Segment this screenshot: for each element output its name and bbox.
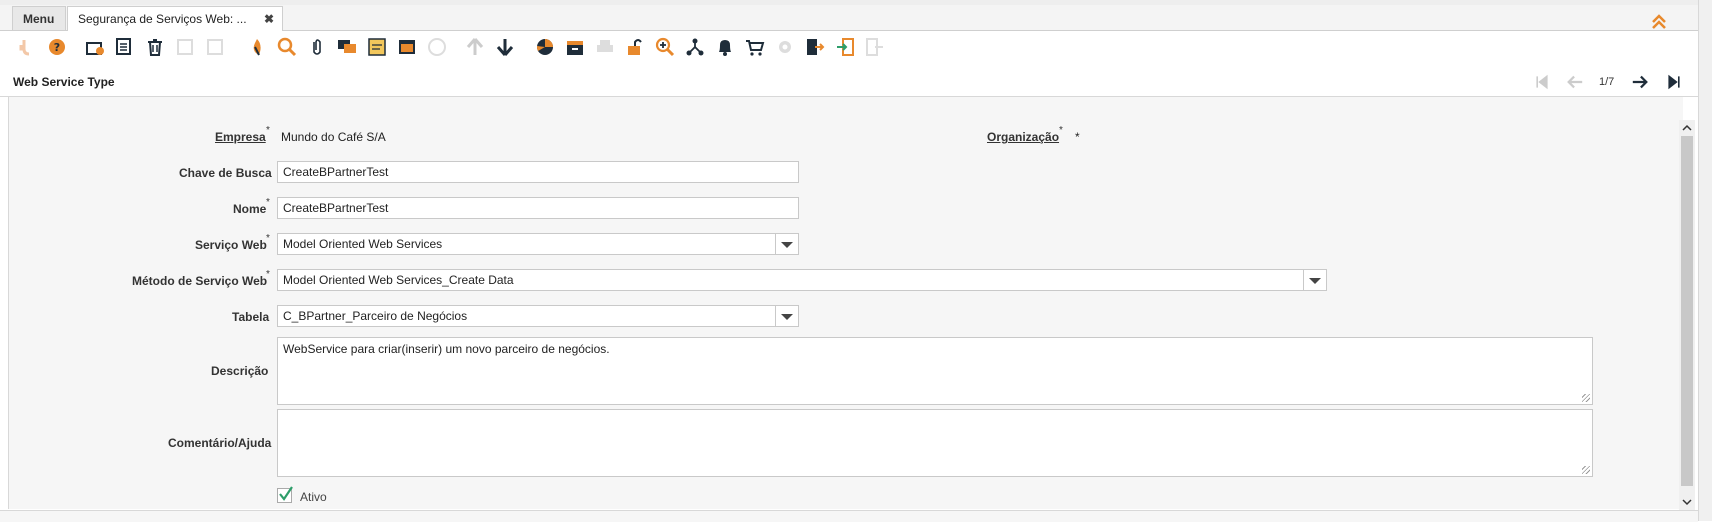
attachment-icon[interactable] (306, 36, 328, 58)
save-icon[interactable] (204, 36, 226, 58)
empresa-required-mark: * (266, 125, 270, 136)
export-icon[interactable] (804, 36, 826, 58)
refresh-icon[interactable] (246, 36, 268, 58)
next-record-icon[interactable] (494, 36, 516, 58)
settings-icon[interactable] (774, 36, 796, 58)
descricao-value: WebService para criar(inserir) um novo p… (283, 342, 610, 356)
scroll-up-icon[interactable] (1679, 122, 1695, 134)
chave-de-busca-label: Chave de Busca (179, 166, 272, 180)
resize-grip-icon[interactable] (1582, 466, 1590, 474)
chave-de-busca-input[interactable] (277, 161, 799, 183)
organizacao-value: * (1075, 130, 1080, 144)
notification-icon[interactable] (714, 36, 736, 58)
metodo-label: Método de Serviço Web (132, 274, 268, 288)
empresa-label[interactable]: Empresa (215, 130, 266, 144)
chat-icon[interactable] (336, 36, 358, 58)
find-icon[interactable] (276, 36, 298, 58)
import-icon[interactable] (834, 36, 856, 58)
scroll-down-icon[interactable] (1679, 496, 1695, 508)
metodo-value: Model Oriented Web Services_Create Data (283, 273, 514, 287)
comentario-textarea[interactable] (277, 409, 1593, 477)
checkmark-icon (279, 486, 293, 501)
descricao-label: Descrição (211, 364, 269, 378)
history-icon[interactable] (396, 36, 418, 58)
postit-icon[interactable] (366, 36, 388, 58)
ativo-checkbox[interactable] (277, 486, 293, 503)
window-nav-bar: Web Service Type 1/7 (0, 66, 1698, 97)
metodo-select[interactable]: Model Oriented Web Services_Create Data (277, 269, 1327, 291)
chevron-down-icon[interactable] (775, 234, 798, 254)
new-icon[interactable] (84, 36, 106, 58)
logout-icon[interactable] (864, 36, 886, 58)
last-record-icon[interactable] (1664, 72, 1684, 92)
svg-text:?: ? (54, 41, 60, 54)
previous-arrow-icon[interactable] (1565, 72, 1585, 92)
archive-icon[interactable] (564, 36, 586, 58)
zoom-across-icon[interactable] (654, 36, 676, 58)
tabela-value: C_BPartner_Parceiro de Negócios (283, 309, 468, 323)
ativo-label: Ativo (300, 490, 327, 504)
organizacao-required-mark: * (1059, 125, 1063, 136)
delete-icon[interactable] (144, 36, 166, 58)
chevron-down-icon[interactable] (775, 306, 798, 326)
servico-web-required-mark: * (266, 233, 270, 244)
toolbar: ? (0, 31, 1698, 65)
collapse-icon[interactable] (1650, 13, 1668, 31)
descricao-textarea[interactable]: WebService para criar(inserir) um novo p… (277, 337, 1593, 405)
tabela-select[interactable]: C_BPartner_Parceiro de Negócios (277, 305, 799, 327)
tab-web-service-security[interactable]: Segurança de Serviços Web: ... ✖ (67, 6, 283, 31)
record-pager: 1/7 (1599, 76, 1615, 88)
save-new-icon[interactable] (174, 36, 196, 58)
chevron-down-icon[interactable] (1303, 270, 1326, 290)
next-arrow-icon[interactable] (1630, 72, 1650, 92)
nome-input[interactable] (277, 197, 799, 219)
nome-required-mark: * (266, 197, 270, 208)
tab-menu-label: Menu (23, 12, 55, 26)
empresa-value: Mundo do Café S/A (281, 130, 386, 144)
print-icon[interactable] (594, 36, 616, 58)
servico-web-select[interactable]: Model Oriented Web Services (277, 233, 799, 255)
bottom-splitter[interactable] (0, 510, 1698, 522)
lock-icon[interactable] (624, 36, 646, 58)
copy-icon[interactable] (114, 36, 136, 58)
previous-record-icon[interactable] (464, 36, 486, 58)
vertical-scrollbar[interactable] (1679, 120, 1695, 510)
resize-grip-icon[interactable] (1582, 394, 1590, 402)
comentario-label: Comentário/Ajuda (168, 436, 272, 450)
undo-icon[interactable] (16, 36, 38, 58)
workflow-icon[interactable] (684, 36, 706, 58)
window-title: Web Service Type (13, 75, 115, 89)
cart-icon[interactable] (744, 36, 766, 58)
report-icon[interactable] (534, 36, 556, 58)
scrollbar-thumb[interactable] (1681, 136, 1693, 486)
servico-web-value: Model Oriented Web Services (283, 237, 443, 251)
metodo-required-mark: * (266, 269, 270, 280)
nome-label: Nome (233, 202, 267, 216)
product-info-icon[interactable] (426, 36, 448, 58)
help-icon[interactable]: ? (46, 36, 68, 58)
organizacao-label[interactable]: Organização (987, 130, 1059, 144)
tab-active-label: Segurança de Serviços Web: ... (78, 12, 247, 26)
close-tab-icon[interactable]: ✖ (264, 7, 274, 31)
tab-bar: Menu Segurança de Serviços Web: ... ✖ (0, 5, 1698, 31)
tab-menu[interactable]: Menu (12, 6, 66, 30)
first-record-icon[interactable] (1532, 72, 1552, 92)
right-side-panel (1698, 0, 1712, 521)
tabela-label: Tabela (232, 310, 270, 324)
servico-web-label: Serviço Web (195, 238, 267, 252)
